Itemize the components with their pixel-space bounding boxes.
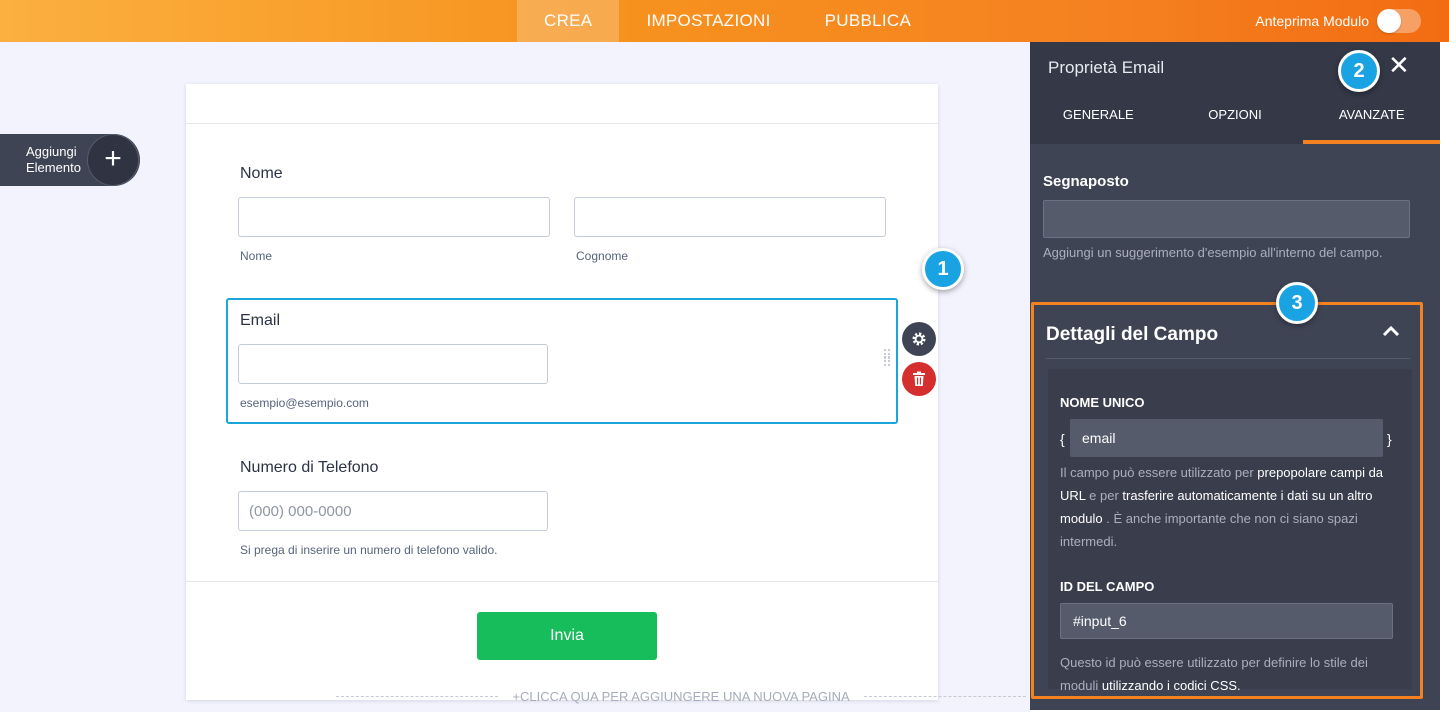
first-name-input[interactable] bbox=[238, 197, 550, 237]
gear-icon[interactable] bbox=[902, 322, 936, 356]
bottom-edge bbox=[0, 712, 1449, 720]
email-sublabel: esempio@esempio.com bbox=[240, 396, 369, 410]
tab-opzioni[interactable]: OPZIONI bbox=[1167, 90, 1304, 144]
add-page-link[interactable]: +CLICCA QUA PER AGGIUNGERE UNA NUOVA PAG… bbox=[336, 688, 1027, 704]
unique-name-input[interactable]: email bbox=[1070, 419, 1383, 457]
dash-line bbox=[336, 695, 499, 697]
last-name-sublabel: Cognome bbox=[576, 249, 629, 263]
trash-icon[interactable] bbox=[902, 362, 936, 396]
details-title: Dettagli del Campo bbox=[1046, 324, 1219, 345]
callout-3: 3 bbox=[1276, 282, 1318, 324]
tab-impostazioni[interactable]: IMPOSTAZIONI bbox=[619, 0, 797, 42]
field-id-label: ID DEL CAMPO bbox=[1060, 579, 1155, 594]
phone-label: Numero di Telefono bbox=[240, 459, 379, 476]
email-label: Email bbox=[240, 312, 281, 329]
add-element-label: Aggiungi Elemento bbox=[26, 144, 81, 175]
preview-label: Anteprima Modulo bbox=[1255, 13, 1369, 29]
chevron-up-icon[interactable] bbox=[1382, 321, 1400, 342]
form-canvas: Aggiungi Elemento + Nome Nome Cognome Em… bbox=[0, 42, 1030, 712]
tab-avanzate[interactable]: AVANZATE bbox=[1303, 90, 1441, 144]
unique-name-label: NOME UNICO bbox=[1060, 395, 1145, 410]
dash-line bbox=[863, 695, 1027, 697]
field-id-input[interactable]: #input_6 bbox=[1060, 603, 1393, 639]
submit-button[interactable]: Invia bbox=[477, 612, 657, 660]
email-input[interactable] bbox=[238, 344, 548, 384]
field-id-help: Questo id può essere utilizzato per defi… bbox=[1060, 655, 1368, 693]
field-details-section: Dettagli del Campo NOME UNICO { email } … bbox=[1031, 302, 1423, 699]
panel-tabs: GENERALE OPZIONI AVANZATE bbox=[1030, 90, 1441, 144]
drag-handle-icon[interactable]: ⠿ ⠿ bbox=[882, 348, 893, 369]
panel-title: Proprietà Email bbox=[1048, 58, 1165, 77]
toggle-knob bbox=[1377, 9, 1401, 33]
placeholder-help: Aggiungi un suggerimento d'esempio all'i… bbox=[1043, 245, 1383, 260]
callout-1: 1 bbox=[922, 248, 964, 290]
tab-pubblica[interactable]: PUBBLICA bbox=[798, 0, 939, 42]
name-label: Nome bbox=[240, 165, 283, 182]
divider bbox=[1046, 358, 1410, 359]
top-bar: CREA IMPOSTAZIONI PUBBLICA Anteprima Mod… bbox=[0, 0, 1449, 42]
add-element-button[interactable]: Aggiungi Elemento + bbox=[0, 134, 140, 186]
brace-open: { bbox=[1060, 431, 1065, 447]
brace-close: } bbox=[1387, 431, 1392, 447]
first-name-sublabel: Nome bbox=[240, 249, 273, 263]
divider bbox=[186, 581, 938, 582]
unique-name-help: Il campo può essere utilizzato per prepo… bbox=[1060, 465, 1384, 549]
details-body: NOME UNICO { email } Il campo può essere… bbox=[1048, 369, 1412, 693]
callout-2: 2 bbox=[1338, 50, 1380, 92]
top-nav: CREA IMPOSTAZIONI PUBBLICA bbox=[517, 0, 938, 42]
placeholder-label: Segnaposto bbox=[1043, 173, 1129, 190]
phone-sublabel: Si prega di inserire un numero di telefo… bbox=[240, 543, 498, 557]
close-icon[interactable]: ✕ bbox=[1388, 52, 1410, 78]
last-name-input[interactable] bbox=[574, 197, 886, 237]
scrollbar[interactable] bbox=[1440, 42, 1449, 712]
preview-toggle[interactable] bbox=[1377, 9, 1421, 33]
form-card: Nome Nome Cognome Email esempio@esempio.… bbox=[186, 84, 938, 700]
tab-generale[interactable]: GENERALE bbox=[1030, 90, 1167, 144]
divider bbox=[186, 123, 938, 124]
add-page-label: +CLICCA QUA PER AGGIUNGERE UNA NUOVA PAG… bbox=[512, 688, 850, 704]
plus-icon: + bbox=[87, 134, 139, 186]
tab-crea[interactable]: CREA bbox=[517, 0, 620, 42]
placeholder-input[interactable] bbox=[1043, 200, 1410, 238]
preview-toggle-group: Anteprima Modulo bbox=[1255, 0, 1421, 42]
phone-input[interactable] bbox=[238, 491, 548, 531]
